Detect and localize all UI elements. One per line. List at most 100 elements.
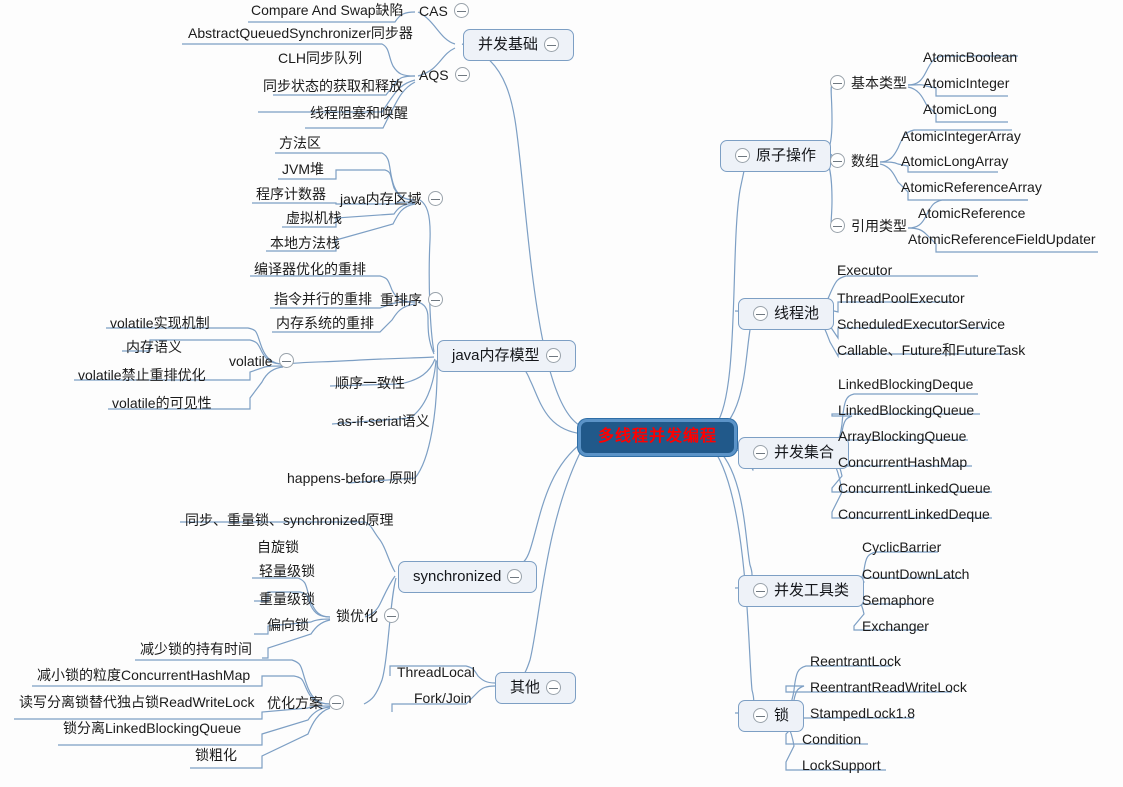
collapse-toggle-icon[interactable]: [830, 153, 845, 168]
node-lock-child-2[interactable]: StampedLock1.8: [808, 706, 917, 723]
node-aqs-child-0[interactable]: AbstractQueuedSynchronizer同步器: [186, 26, 415, 43]
node-cc-child-4[interactable]: ConcurrentLinkedQueue: [836, 481, 993, 498]
node-volatile-child-2[interactable]: volatile禁止重排优化: [76, 368, 208, 385]
node-thread-pool-child-2[interactable]: ScheduledExecutorService: [835, 317, 1007, 334]
node-aqs[interactable]: AQS: [417, 67, 472, 85]
node-other-child-1[interactable]: Fork/Join: [412, 691, 474, 708]
node-atomic-reference-child-1[interactable]: AtomicReferenceFieldUpdater: [906, 232, 1098, 249]
node-memory-area-child-3[interactable]: 虚拟机栈: [284, 211, 344, 228]
node-cc-child-5[interactable]: ConcurrentLinkedDeque: [836, 507, 992, 524]
collapse-toggle-icon[interactable]: [454, 67, 470, 82]
node-concurrency-basics[interactable]: 并发基础: [463, 29, 575, 61]
node-memory-area-child-1[interactable]: JVM堆: [280, 162, 326, 179]
node-volatile[interactable]: volatile: [227, 353, 296, 371]
node-opt-plan-child-4[interactable]: 锁粗化: [193, 748, 239, 765]
collapse-toggle-icon[interactable]: [384, 608, 399, 623]
node-cc-child-1[interactable]: LinkedBlockingQueue: [836, 403, 976, 420]
node-atomic-array-child-0[interactable]: AtomicIntegerArray: [899, 129, 1023, 146]
node-ct-child-2[interactable]: Semaphore: [860, 593, 936, 610]
collapse-toggle-icon[interactable]: [427, 191, 443, 206]
node-volatile-child-3[interactable]: volatile的可见性: [110, 396, 214, 413]
collapse-toggle-icon[interactable]: [507, 569, 523, 584]
collapse-toggle-icon[interactable]: [830, 75, 845, 90]
collapse-toggle-icon[interactable]: [428, 292, 443, 307]
node-thread-pool-child-1[interactable]: ThreadPoolExecutor: [835, 291, 967, 308]
node-lock-child-1[interactable]: ReentrantReadWriteLock: [808, 680, 969, 697]
node-reorder-child-1[interactable]: 指令并行的重排: [272, 292, 374, 309]
node-optimization-plan[interactable]: 优化方案: [265, 695, 346, 713]
node-lock-child-0[interactable]: ReentrantLock: [808, 654, 903, 671]
node-atomic-reference-child-0[interactable]: AtomicReference: [916, 206, 1027, 223]
node-aqs-child-2[interactable]: 同步状态的获取和释放: [261, 79, 405, 96]
node-lock-opt-child-2[interactable]: 重量级锁: [257, 592, 317, 609]
node-reorder-child-0[interactable]: 编译器优化的重排: [252, 262, 368, 279]
node-memory-area-child-2[interactable]: 程序计数器: [254, 187, 328, 204]
node-synchronized[interactable]: synchronized: [398, 561, 538, 593]
collapse-toggle-icon[interactable]: [735, 148, 750, 163]
node-atomic-primitive-child-2[interactable]: AtomicLong: [921, 102, 999, 119]
node-atomic-array-child-1[interactable]: AtomicLongArray: [899, 154, 1010, 171]
node-opt-plan-child-2[interactable]: 读写分离锁替代独占锁ReadWriteLock: [17, 695, 256, 712]
node-concurrent-tools[interactable]: 并发工具类: [738, 575, 865, 607]
node-opt-plan-child-0[interactable]: 减少锁的持有时间: [138, 642, 254, 659]
node-ct-child-1[interactable]: CountDownLatch: [860, 567, 971, 584]
node-lock-child-3[interactable]: Condition: [800, 732, 863, 749]
node-memory-area-child-4[interactable]: 本地方法栈: [268, 236, 342, 253]
node-lock-optimization[interactable]: 锁优化: [334, 608, 401, 626]
node-happens-before[interactable]: happens-before 原则: [285, 471, 419, 488]
collapse-toggle-icon[interactable]: [544, 37, 560, 52]
node-ct-child-3[interactable]: Exchanger: [860, 619, 931, 636]
collapse-toggle-icon[interactable]: [753, 708, 768, 723]
node-cc-child-0[interactable]: LinkedBlockingDeque: [836, 377, 975, 394]
node-concurrent-collections[interactable]: 并发集合: [738, 437, 850, 469]
node-cc-child-2[interactable]: ArrayBlockingQueue: [836, 429, 968, 446]
node-locks[interactable]: 锁: [738, 700, 805, 732]
node-reorder[interactable]: 重排序: [378, 292, 445, 310]
node-atomic-array[interactable]: 数组: [828, 153, 881, 171]
node-other-child-0[interactable]: ThreadLocal: [395, 665, 477, 682]
node-volatile-child-1[interactable]: 内存语义: [124, 340, 184, 357]
node-thread-pool[interactable]: 线程池: [738, 298, 835, 330]
node-opt-plan-child-3[interactable]: 锁分离LinkedBlockingQueue: [61, 721, 243, 738]
node-as-if-serial[interactable]: as-if-serial语义: [335, 414, 432, 431]
node-thread-pool-child-3[interactable]: Callable、Future和FutureTask: [835, 343, 1027, 360]
node-atomic-reference[interactable]: 引用类型: [828, 218, 909, 236]
collapse-toggle-icon[interactable]: [753, 445, 768, 460]
node-cc-child-3[interactable]: ConcurrentHashMap: [836, 455, 969, 472]
node-java-memory-area[interactable]: java内存区域: [338, 191, 445, 209]
node-cas-child-0[interactable]: Compare And Swap缺陷: [249, 3, 406, 20]
node-ct-child-0[interactable]: CyclicBarrier: [860, 540, 943, 557]
collapse-toggle-icon[interactable]: [546, 680, 562, 695]
node-lock-opt-child-1[interactable]: 轻量级锁: [257, 564, 317, 581]
collapse-toggle-icon[interactable]: [753, 583, 768, 598]
mindmap-canvas[interactable]: 多线程并发编程 并发基础 CAS Compare And Swap缺陷 AQS …: [0, 0, 1123, 787]
node-aqs-child-1[interactable]: CLH同步队列: [276, 51, 364, 68]
node-lock-child-4[interactable]: LockSupport: [800, 758, 883, 775]
collapse-toggle-icon[interactable]: [278, 353, 294, 368]
collapse-toggle-icon[interactable]: [830, 218, 845, 233]
node-atomic-primitive[interactable]: 基本类型: [828, 75, 909, 93]
node-other[interactable]: 其他: [495, 672, 577, 704]
node-sync-principle[interactable]: 同步、重量锁、synchronized原理: [183, 513, 396, 530]
root-node[interactable]: 多线程并发编程: [578, 419, 738, 456]
node-sequential-consistency[interactable]: 顺序一致性: [333, 376, 407, 393]
node-atomic-operations[interactable]: 原子操作: [720, 140, 832, 172]
node-reorder-child-2[interactable]: 内存系统的重排: [274, 316, 376, 333]
node-atomic-primitive-child-0[interactable]: AtomicBoolean: [921, 50, 1019, 67]
collapse-toggle-icon[interactable]: [753, 306, 768, 321]
node-lock-opt-child-3[interactable]: 偏向锁: [265, 618, 311, 635]
node-atomic-array-child-2[interactable]: AtomicReferenceArray: [899, 180, 1044, 197]
node-cas[interactable]: CAS: [417, 3, 471, 21]
collapse-toggle-icon[interactable]: [329, 695, 344, 710]
node-volatile-child-0[interactable]: volatile实现机制: [108, 316, 212, 333]
node-memory-area-child-0[interactable]: 方法区: [277, 136, 323, 153]
collapse-toggle-icon[interactable]: [453, 3, 469, 18]
node-lock-opt-child-0[interactable]: 自旋锁: [255, 540, 301, 557]
root-node-label: 多线程并发编程: [598, 428, 718, 445]
node-opt-plan-child-1[interactable]: 减小锁的粒度ConcurrentHashMap: [35, 668, 252, 685]
node-thread-pool-child-0[interactable]: Executor: [835, 263, 894, 280]
node-atomic-primitive-child-1[interactable]: AtomicInteger: [921, 76, 1011, 93]
node-aqs-child-3[interactable]: 线程阻塞和唤醒: [308, 106, 410, 123]
node-java-memory-model[interactable]: java内存模型: [437, 340, 576, 372]
collapse-toggle-icon[interactable]: [545, 348, 561, 363]
